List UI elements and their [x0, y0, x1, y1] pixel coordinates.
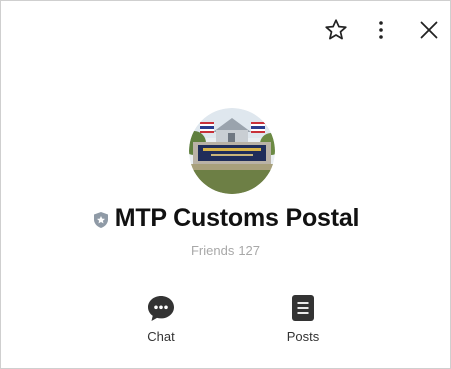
more-options-button[interactable] — [364, 13, 398, 47]
profile-popup: MTP Customs Postal Friends 127 Chat Posts — [0, 0, 451, 369]
chat-icon-wrap — [145, 292, 177, 324]
chat-button[interactable]: Chat — [121, 292, 201, 344]
friends-count-line: Friends 127 — [1, 243, 450, 258]
posts-icon-wrap — [287, 292, 319, 324]
favorite-button[interactable] — [319, 13, 353, 47]
profile-avatar[interactable] — [189, 108, 275, 194]
close-button[interactable] — [412, 13, 446, 47]
more-vertical-icon — [379, 21, 383, 39]
avatar-image — [189, 108, 275, 194]
posts-label: Posts — [286, 329, 320, 344]
friends-label: Friends — [190, 243, 235, 258]
profile-name-row: MTP Customs Postal — [1, 204, 450, 233]
friends-count: 127 — [238, 243, 261, 258]
close-icon — [420, 21, 438, 39]
chat-bubble-icon — [148, 296, 174, 321]
shield-badge-icon — [93, 211, 108, 228]
profile-name: MTP Customs Postal — [114, 204, 360, 232]
chat-label: Chat — [147, 329, 175, 344]
star-outline-icon — [325, 19, 347, 40]
posts-button[interactable]: Posts — [263, 292, 343, 344]
posts-icon — [292, 295, 314, 321]
